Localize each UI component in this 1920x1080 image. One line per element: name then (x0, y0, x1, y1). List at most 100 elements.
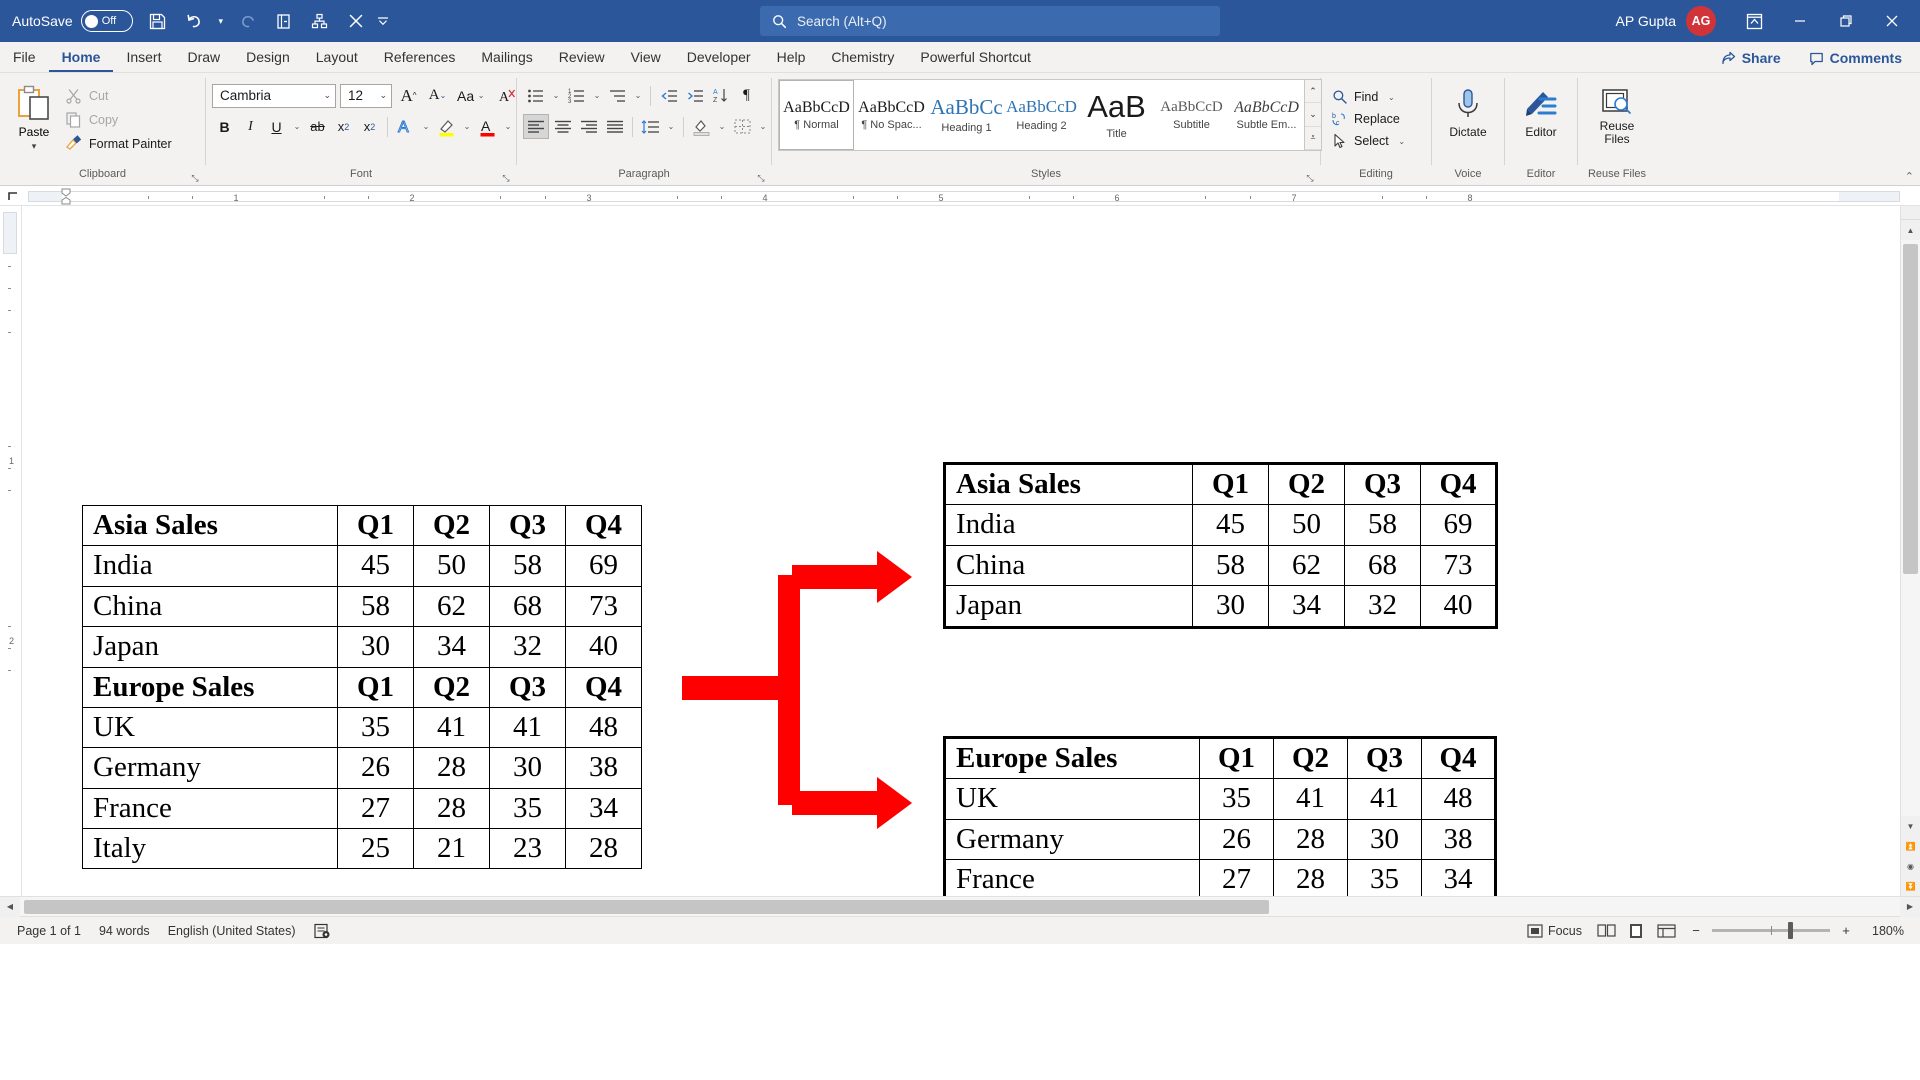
bullets-caret-icon[interactable]: ⌄ (549, 91, 563, 100)
highlight-caret-icon[interactable]: ⌄ (460, 122, 474, 131)
cell[interactable]: Q1 (1192, 462, 1269, 506)
autosave-toggle[interactable]: AutoSave Off (12, 10, 133, 32)
autosave-switch[interactable]: Off (80, 10, 133, 32)
cell[interactable]: China (944, 544, 1193, 587)
web-layout-button[interactable] (1651, 917, 1681, 945)
share-button[interactable]: Share (1711, 46, 1791, 70)
cell[interactable]: 30 (337, 626, 414, 668)
tab-powerful-shortcut[interactable]: Powerful Shortcut (907, 42, 1044, 72)
cell[interactable]: Q1 (337, 666, 414, 708)
justify-button[interactable] (602, 114, 627, 139)
cell[interactable]: UK (82, 706, 338, 749)
vertical-scroll-thumb[interactable] (1903, 244, 1918, 574)
tab-selector-icon[interactable] (6, 189, 21, 204)
cell[interactable]: 34 (565, 787, 642, 830)
bold-button[interactable]: B (212, 114, 237, 139)
tab-draw[interactable]: Draw (174, 42, 233, 72)
cell[interactable]: China (82, 585, 338, 628)
cell[interactable]: 27 (1199, 859, 1274, 896)
next-page-icon[interactable]: ⏬ (1901, 876, 1920, 896)
format-painter-button[interactable]: Format Painter (62, 133, 178, 154)
tab-file[interactable]: File (0, 42, 49, 72)
zoom-level-label[interactable]: 180% (1862, 924, 1904, 938)
read-mode-button[interactable] (1591, 917, 1621, 945)
zoom-control[interactable]: − + 180% (1681, 922, 1912, 939)
multilevel-list-button[interactable] (605, 83, 630, 108)
cell[interactable]: Q2 (1268, 462, 1345, 506)
line-spacing-caret-icon[interactable]: ⌄ (664, 122, 678, 131)
cell[interactable]: 58 (489, 545, 566, 587)
multilevel-caret-icon[interactable]: ⌄ (631, 91, 645, 100)
paragraph-dialog-launcher[interactable]: ⤡ (755, 172, 767, 184)
cell[interactable]: 50 (1268, 504, 1345, 546)
numbering-caret-icon[interactable]: ⌄ (590, 91, 604, 100)
tab-review[interactable]: Review (546, 42, 618, 72)
styles-scroll-up-icon[interactable]: ⌃ (1305, 80, 1321, 104)
indent-markers[interactable] (61, 188, 71, 205)
align-center-button[interactable] (550, 114, 575, 139)
asia-sales-table[interactable]: Asia Sales Q1 Q2 Q3 Q4 India 45 50 58 69… (943, 462, 1498, 629)
cell[interactable]: Q3 (1347, 736, 1422, 780)
line-spacing-button[interactable] (638, 114, 663, 139)
cell[interactable]: 41 (1347, 778, 1422, 820)
cell[interactable]: 40 (1420, 585, 1497, 628)
sort-button[interactable]: AZ (708, 83, 733, 108)
restore-button[interactable] (1824, 0, 1868, 42)
cell[interactable]: Q4 (565, 504, 642, 547)
cell[interactable]: 62 (1268, 544, 1345, 587)
style-no-spacing[interactable]: AaBbCcD ¶ No Spac... (854, 80, 929, 150)
underline-caret-icon[interactable]: ⌄ (290, 122, 304, 131)
font-size-combobox[interactable]: 12 ⌄ (340, 83, 392, 108)
zoom-slider-handle[interactable] (1788, 922, 1793, 939)
select-button[interactable]: Select ⌄ (1327, 131, 1414, 151)
cell[interactable]: Q2 (413, 666, 490, 708)
find-button[interactable]: Find ⌄ (1327, 87, 1414, 107)
cell[interactable]: France (944, 859, 1200, 896)
align-right-button[interactable] (576, 114, 601, 139)
cell[interactable]: 28 (565, 827, 642, 870)
cell[interactable]: 40 (565, 626, 642, 668)
vertical-scroll-track[interactable] (1901, 240, 1920, 816)
select-caret-icon[interactable]: ⌄ (1395, 137, 1409, 146)
increase-indent-button[interactable] (682, 83, 707, 108)
reuse-files-button[interactable]: Reuse Files (1588, 79, 1646, 146)
tab-view[interactable]: View (618, 42, 674, 72)
font-size-caret-icon[interactable]: ⌄ (379, 90, 387, 101)
clipboard-dialog-launcher[interactable]: ⤡ (189, 172, 201, 184)
shading-caret-icon[interactable]: ⌄ (715, 122, 729, 131)
proofing-status-button[interactable] (305, 917, 340, 945)
borders-button[interactable] (730, 114, 755, 139)
customize-quick-access-toolbar-icon[interactable] (375, 4, 391, 38)
tab-layout[interactable]: Layout (303, 42, 371, 72)
cell[interactable]: 28 (413, 787, 490, 830)
font-color-caret-icon[interactable]: ⌄ (501, 122, 515, 131)
style-title[interactable]: AaB Title (1079, 80, 1154, 150)
grow-font-button[interactable]: A ^ (396, 83, 421, 108)
close-button[interactable] (1870, 0, 1914, 42)
split-window-handle[interactable] (1901, 206, 1920, 220)
find-caret-icon[interactable]: ⌄ (1384, 93, 1398, 102)
cell[interactable]: Italy (82, 827, 338, 870)
cell[interactable]: Q4 (565, 666, 642, 708)
search-input[interactable]: Search (Alt+Q) (760, 6, 1220, 36)
horizontal-scroll-track[interactable] (20, 897, 1900, 917)
tab-developer[interactable]: Developer (674, 42, 764, 72)
cell[interactable]: 30 (1347, 818, 1422, 861)
document-page[interactable]: Asia Sales Q1 Q2 Q3 Q4 India 45 50 58 69… (22, 206, 1900, 896)
select-browse-object-icon[interactable]: ◉ (1901, 856, 1920, 876)
cell[interactable]: 68 (489, 585, 566, 628)
zoom-out-button[interactable]: − (1689, 923, 1703, 938)
word-count-status[interactable]: 94 words (90, 917, 159, 945)
undo-dropdown-caret-icon[interactable]: ▾ (213, 4, 229, 38)
cell[interactable]: 38 (565, 747, 642, 789)
replace-button[interactable]: bc Replace (1327, 109, 1414, 129)
cell[interactable]: 28 (1273, 818, 1348, 861)
editor-button[interactable]: Editor (1512, 79, 1570, 140)
underline-button[interactable]: U (264, 114, 289, 139)
shading-button[interactable] (689, 114, 714, 139)
styles-dialog-launcher[interactable]: ⤡ (1304, 172, 1316, 184)
align-left-button[interactable] (523, 114, 549, 139)
scroll-down-arrow-icon[interactable]: ▼ (1901, 816, 1920, 836)
font-dialog-launcher[interactable]: ⤡ (500, 172, 512, 184)
cell[interactable]: UK (944, 778, 1200, 820)
